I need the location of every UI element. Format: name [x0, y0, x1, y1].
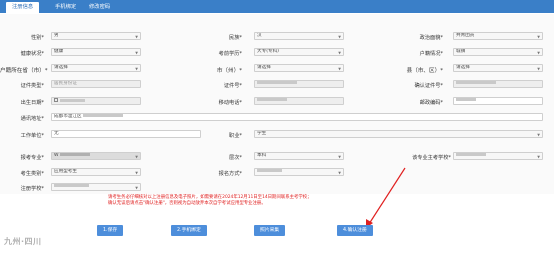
- confirm-registration-button[interactable]: 4.确认注册: [337, 225, 373, 236]
- birthdate-field: [51, 97, 141, 105]
- education-label: 考前学历*: [218, 51, 242, 57]
- tab-change-password[interactable]: 修改密码: [83, 2, 116, 13]
- chevron-down-icon: ▼: [338, 155, 341, 159]
- id-confirm-label: 确认证件号*: [414, 83, 443, 89]
- registration-form: 性别* 男 ▼ 民族* 汉 ▼ 政治面貌* 共青团员 ▼ 健康状况* 健康 ▼ 考前学历…: [0, 14, 554, 194]
- province-select[interactable]: 请选择 ▼: [51, 64, 141, 72]
- health-select[interactable]: 健康 ▼: [51, 48, 141, 56]
- major-select[interactable]: W ▼: [51, 152, 141, 160]
- confirmation-notice: 请考生务必仔细核对以上注册信息及电子照片，如需要请在2024年12月11日至14…: [108, 195, 408, 207]
- redacted-value: [60, 98, 85, 102]
- chevron-down-icon: ▼: [537, 35, 540, 39]
- id-type-label: 证件类型*: [20, 83, 44, 89]
- redacted-value: [456, 98, 476, 101]
- top-tab-bar: 注册信息 手机绑定 修改密码: [0, 0, 554, 13]
- bind-phone-button[interactable]: 2.手机绑定: [171, 225, 207, 236]
- chevron-down-icon: ▼: [338, 171, 341, 175]
- education-select[interactable]: 大专(专科) ▼: [254, 48, 344, 56]
- chevron-down-icon: ▼: [338, 35, 341, 39]
- chevron-down-icon: ▼: [338, 51, 341, 55]
- city-label: 市（州）*: [216, 68, 242, 74]
- hukou-label: 户籍情况*: [419, 51, 443, 57]
- chevron-down-icon: ▼: [135, 51, 138, 55]
- calendar-icon: [54, 98, 58, 102]
- chevron-down-icon: ▼: [135, 171, 138, 175]
- postcode-field[interactable]: [453, 97, 543, 105]
- save-button[interactable]: 1.保存: [97, 225, 124, 236]
- gender-label: 性别*: [31, 35, 44, 41]
- chevron-down-icon: ▼: [537, 51, 540, 55]
- notice-line-2: 确认无误后请点击"确认注册"，否则视为自动放弃本次自学考试应用型专业注册。: [108, 201, 266, 206]
- school-select[interactable]: ▼: [51, 183, 141, 191]
- employer-label: 工作单位*: [20, 133, 44, 139]
- chevron-down-icon: ▼: [135, 155, 138, 159]
- id-confirm-field: [453, 80, 543, 88]
- redacted-value: [257, 81, 297, 84]
- school-label: 注册学校*: [20, 186, 44, 192]
- redacted-value: [60, 153, 91, 156]
- address-field[interactable]: 成都市温江区: [51, 113, 543, 121]
- chevron-down-icon: ▼: [537, 133, 540, 137]
- redacted-value: [257, 169, 282, 172]
- id-number-field: [254, 80, 344, 88]
- ethnicity-label: 民族*: [229, 35, 242, 41]
- redacted-value: [83, 114, 124, 117]
- mobile-label: 移动电话*: [218, 100, 242, 106]
- health-label: 健康状况*: [20, 51, 44, 57]
- chevron-down-icon: ▼: [135, 186, 138, 190]
- postcode-label: 邮政编码*: [419, 100, 443, 106]
- watermark: 九州·四川: [4, 237, 42, 246]
- id-number-label: 证件号*: [223, 83, 242, 89]
- level-label: 层次*: [229, 155, 242, 161]
- candidate-type-label: 考生类别*: [20, 171, 44, 177]
- birthdate-label: 出生日期*: [20, 100, 44, 106]
- address-label: 通讯地址*: [20, 116, 44, 122]
- chevron-down-icon: ▼: [537, 155, 540, 159]
- tab-phone-binding[interactable]: 手机绑定: [49, 2, 82, 13]
- occupation-label: 职业*: [229, 133, 242, 139]
- redacted-value: [456, 81, 496, 84]
- major-label: 报考专业*: [20, 155, 44, 161]
- exam-mode-label: 报名方式*: [218, 171, 242, 177]
- tab-registration-info[interactable]: 注册信息: [6, 2, 40, 13]
- district-label: 县（市、区）*: [406, 68, 443, 74]
- politics-label: 政治面貌*: [419, 35, 443, 41]
- level-select[interactable]: 本科 ▼: [254, 152, 344, 160]
- redacted-value: [257, 98, 287, 101]
- mobile-field: [254, 97, 344, 105]
- politics-select[interactable]: 共青团员 ▼: [453, 32, 543, 40]
- candidate-type-select[interactable]: 应用型考生 ▼: [51, 168, 141, 176]
- city-select[interactable]: 请选择 ▼: [254, 64, 344, 72]
- occupation-select[interactable]: 学生 ▼: [254, 130, 543, 138]
- redacted-value: [54, 184, 89, 187]
- exam-mode-select[interactable]: ▼: [254, 168, 344, 176]
- chevron-down-icon: ▼: [338, 67, 341, 71]
- gender-select[interactable]: 男 ▼: [51, 32, 141, 40]
- redacted-value: [456, 153, 486, 156]
- hukou-select[interactable]: 城镇 ▼: [453, 48, 543, 56]
- employer-field[interactable]: 无: [51, 130, 201, 138]
- photo-capture-button[interactable]: 照片采集: [254, 225, 286, 236]
- main-school-label: 该专业主考学校*: [412, 155, 451, 161]
- ethnicity-select[interactable]: 汉 ▼: [254, 32, 344, 40]
- chevron-down-icon: ▼: [135, 35, 138, 39]
- chevron-down-icon: ▼: [537, 67, 540, 71]
- main-school-select[interactable]: ▼: [453, 152, 543, 160]
- chevron-down-icon: ▼: [135, 67, 138, 71]
- district-select[interactable]: 请选择 ▼: [453, 64, 543, 72]
- id-type-select: 居民身份证: [51, 80, 141, 88]
- province-label: 户籍所在省（市）*: [0, 68, 48, 74]
